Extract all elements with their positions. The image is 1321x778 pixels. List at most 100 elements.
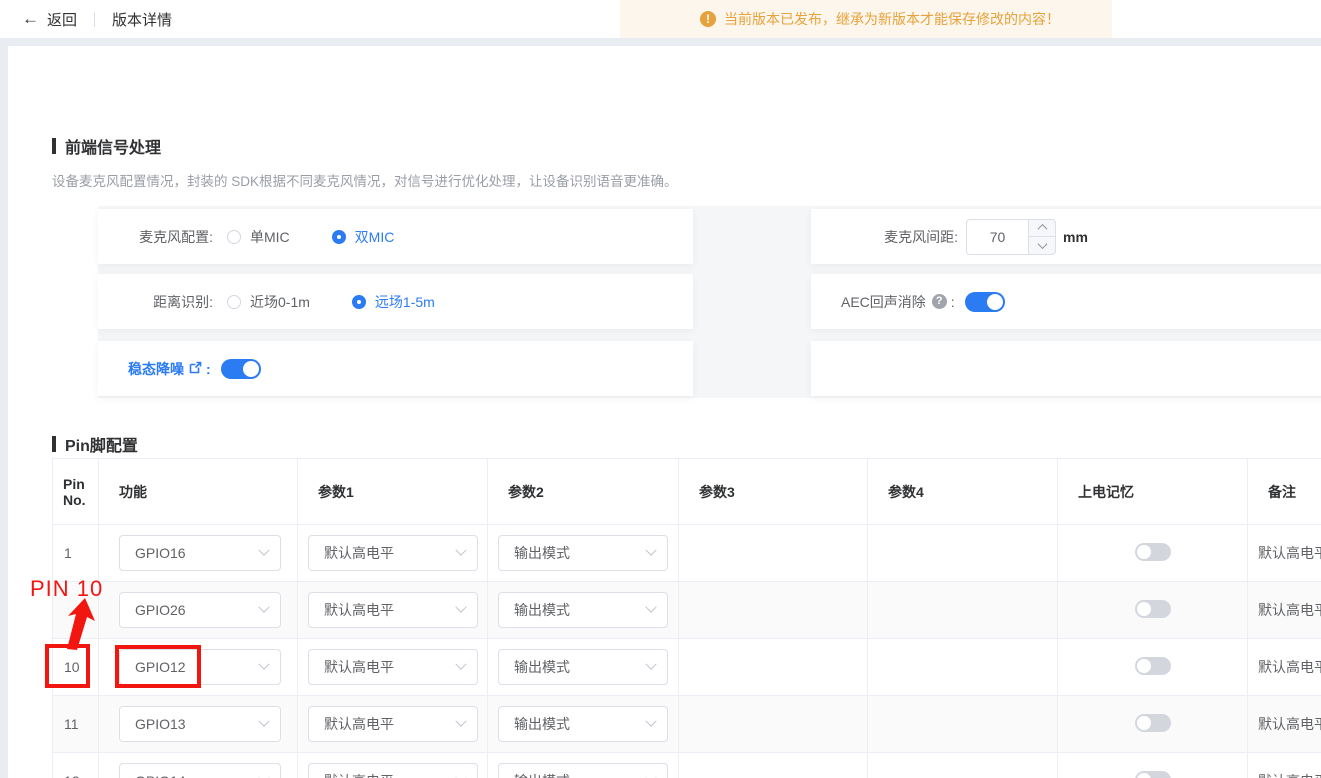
param2-select[interactable]: 输出模式 xyxy=(498,592,668,628)
chevron-down-icon xyxy=(645,659,656,670)
param1-select[interactable]: 默认高电平 xyxy=(308,592,478,628)
mic-distance-card: 麦克风间距: 70 mm xyxy=(811,209,1321,264)
mic-distance-stepper[interactable]: 70 xyxy=(966,219,1056,255)
memory-toggle[interactable] xyxy=(1135,714,1171,732)
chevron-down-icon xyxy=(455,659,466,670)
radio-icon-unselected[interactable] xyxy=(227,295,241,309)
param2-select[interactable]: 输出模式 xyxy=(498,535,668,571)
radio-label-single-mic[interactable]: 单MIC xyxy=(250,227,290,247)
chevron-down-icon xyxy=(645,716,656,727)
chevron-down-icon xyxy=(258,773,269,778)
back-button[interactable]: ← 返回 xyxy=(22,9,77,30)
note-text: 默认高电平 xyxy=(1248,639,1321,696)
table-row: 12 GPIO14 默认高电平 输出模式 默认高电平 xyxy=(53,753,1321,778)
pin-number: 11 xyxy=(53,696,99,753)
toggle-knob xyxy=(1137,773,1151,778)
table-row: 11 GPIO13 默认高电平 输出模式 默认高电平 xyxy=(53,696,1321,753)
chevron-down-icon xyxy=(258,602,269,613)
col-header-func: 功能 xyxy=(99,459,298,525)
memory-toggle[interactable] xyxy=(1135,543,1171,561)
chevron-down-icon xyxy=(645,602,656,613)
func-select[interactable]: GPIO14 xyxy=(119,763,281,778)
toggle-knob xyxy=(1137,602,1151,616)
memory-toggle[interactable] xyxy=(1135,600,1171,618)
title-bar-decoration xyxy=(52,436,56,452)
param1-select[interactable]: 默认高电平 xyxy=(308,649,478,685)
param3-cell xyxy=(679,639,868,696)
empty-card xyxy=(811,341,1321,396)
param2-select[interactable]: 输出模式 xyxy=(498,649,668,685)
page-title: 版本详情 xyxy=(112,9,172,30)
chevron-down-icon xyxy=(455,773,466,778)
radio-near-field[interactable]: 近场0-1m xyxy=(227,292,310,312)
radio-far-field[interactable]: 远场1-5m xyxy=(352,292,435,312)
func-select[interactable]: GPIO13 xyxy=(119,706,281,742)
title-bar-decoration xyxy=(52,138,56,154)
pin-table: Pin No. 功能 参数1 参数2 参数3 参数4 上电记忆 备注 1 GPI… xyxy=(52,458,1321,778)
help-icon[interactable]: ? xyxy=(932,294,947,309)
table-row-highlighted: 10 GPIO12 默认高电平 输出模式 默认高电平 xyxy=(53,639,1321,696)
radio-dual-mic[interactable]: 双MIC xyxy=(332,227,395,247)
noise-reduction-toggle[interactable] xyxy=(221,359,261,379)
toggle-knob xyxy=(1137,545,1151,559)
chevron-down-icon xyxy=(455,545,466,556)
select-value: 默认高电平 xyxy=(324,600,394,620)
param1-select[interactable]: 默认高电平 xyxy=(308,706,478,742)
col-header-param3: 参数3 xyxy=(679,459,868,525)
back-label: 返回 xyxy=(47,9,77,30)
radio-icon-selected[interactable] xyxy=(332,230,346,244)
toggle-knob xyxy=(1137,716,1151,730)
radio-single-mic[interactable]: 单MIC xyxy=(227,227,290,247)
param1-select[interactable]: 默认高电平 xyxy=(308,535,478,571)
warning-text: 当前版本已发布，继承为新版本才能保存修改的内容！ xyxy=(724,9,1060,29)
divider xyxy=(94,12,95,27)
pin-number: 12 xyxy=(53,753,99,778)
param1-select[interactable]: 默认高电平 xyxy=(308,763,478,778)
func-select[interactable]: GPIO16 xyxy=(119,535,281,571)
mic-config-card: 麦克风配置: 单MIC 双MIC xyxy=(98,209,693,264)
top-bar: ← 返回 版本详情 ! 当前版本已发布，继承为新版本才能保存修改的内容！ xyxy=(0,0,1321,38)
note-text: 默认高电平 xyxy=(1248,525,1321,582)
radio-label-far-field[interactable]: 远场1-5m xyxy=(375,292,435,312)
col-header-param1: 参数1 xyxy=(298,459,488,525)
mic-config-label: 麦克风配置: xyxy=(98,227,213,247)
note-text: 默认高电平 xyxy=(1248,696,1321,753)
radio-icon-unselected[interactable] xyxy=(227,230,241,244)
param4-cell xyxy=(868,582,1058,639)
param2-select[interactable]: 输出模式 xyxy=(498,763,668,778)
col-header-param4: 参数4 xyxy=(868,459,1058,525)
stepper-down-button[interactable] xyxy=(1029,236,1055,254)
external-link-icon[interactable] xyxy=(189,361,202,377)
radio-label-near-field[interactable]: 近场0-1m xyxy=(250,292,310,312)
memory-toggle[interactable] xyxy=(1135,657,1171,675)
param3-cell xyxy=(679,753,868,778)
noise-reduction-link[interactable]: 稳态降噪 xyxy=(128,359,184,379)
pin-number: 1 xyxy=(53,525,99,582)
select-value: 默认高电平 xyxy=(324,657,394,677)
select-value: 默认高电平 xyxy=(324,771,394,778)
distance-recognition-card: 距离识别: 近场0-1m 远场1-5m xyxy=(98,274,693,329)
select-value: 输出模式 xyxy=(514,657,570,677)
memory-toggle[interactable] xyxy=(1135,771,1171,778)
noise-reduction-card: 稳态降噪 : xyxy=(98,341,693,396)
func-select[interactable]: GPIO12 xyxy=(119,649,281,685)
table-header-row: Pin No. 功能 参数1 参数2 参数3 参数4 上电记忆 备注 xyxy=(53,459,1321,525)
section-title-text: Pin脚配置 xyxy=(65,432,138,456)
mic-distance-input[interactable]: 70 xyxy=(966,219,1028,255)
select-value: GPIO12 xyxy=(135,659,186,675)
col-header-pin: Pin No. xyxy=(53,459,99,525)
col-header-memory: 上电记忆 xyxy=(1058,459,1248,525)
select-value: 输出模式 xyxy=(514,714,570,734)
param3-cell xyxy=(679,582,868,639)
select-value: 输出模式 xyxy=(514,771,570,778)
aec-toggle[interactable] xyxy=(965,292,1005,312)
stepper-up-button[interactable] xyxy=(1029,220,1055,237)
radio-label-dual-mic[interactable]: 双MIC xyxy=(355,227,395,247)
chevron-down-icon xyxy=(645,773,656,778)
chevron-down-icon xyxy=(645,545,656,556)
func-select[interactable]: GPIO26 xyxy=(119,592,281,628)
radio-icon-selected[interactable] xyxy=(352,295,366,309)
param2-select[interactable]: 输出模式 xyxy=(498,706,668,742)
mic-config-radio-group: 单MIC 双MIC xyxy=(227,227,394,247)
pin-number xyxy=(53,582,99,639)
